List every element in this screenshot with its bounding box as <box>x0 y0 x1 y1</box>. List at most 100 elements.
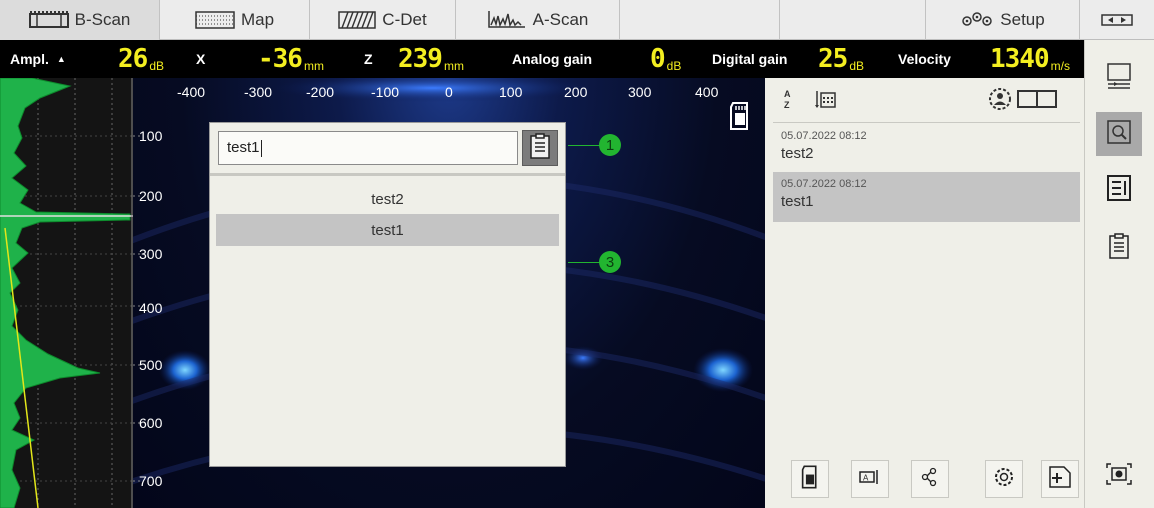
ampl-value: 26 <box>118 44 148 74</box>
sort-date-icon[interactable] <box>815 89 837 114</box>
paste-button[interactable] <box>522 130 558 166</box>
tab-label: B-Scan <box>74 10 131 29</box>
new-file-button[interactable] <box>1041 460 1079 498</box>
screenshot-button[interactable] <box>1096 454 1142 498</box>
search-file-icon <box>1106 119 1132 150</box>
popup-list-item-selected[interactable]: test1 <box>216 214 559 246</box>
gear-icon <box>992 465 1016 494</box>
map-grid-icon <box>195 11 235 29</box>
depth-tick: 100 <box>139 128 163 144</box>
x-unit: mm <box>303 59 324 73</box>
x-tick: 0 <box>445 84 453 100</box>
tab-empty <box>780 0 926 40</box>
analog-gain-label: Analog gain <box>512 51 593 67</box>
add-file-icon <box>1049 465 1071 493</box>
file-entry-selected[interactable]: 05.07.2022 08:12 test1 <box>773 172 1080 222</box>
settings-button[interactable] <box>985 460 1023 498</box>
rename-button[interactable]: A <box>851 460 889 498</box>
velocity-value-group: 1340 m/s <box>990 40 1070 78</box>
amplitude-profile <box>0 77 133 508</box>
x-tick: 300 <box>628 84 652 100</box>
bscan-icon <box>28 11 69 29</box>
clipboard-button[interactable] <box>1096 226 1142 270</box>
digital-gain-value: 25 <box>818 44 848 74</box>
depth-tick: 200 <box>139 188 163 204</box>
camera-icon <box>1105 462 1133 491</box>
callout-line <box>568 145 600 146</box>
digital-gain-label: Digital gain <box>712 51 788 67</box>
z-label: Z <box>364 51 373 67</box>
z-readout: Z <box>364 40 373 78</box>
panel-toolbar: AZ <box>765 78 1084 120</box>
tab-label: A-Scan <box>532 10 589 29</box>
list-view-button[interactable] <box>1096 168 1142 212</box>
file-name: test2 <box>781 145 814 162</box>
tab-ascan[interactable]: A-Scan <box>456 0 620 40</box>
tab-map[interactable]: Map <box>160 0 310 40</box>
digital-gain-value-group: 25 dB <box>818 40 864 78</box>
panel-toggle-button[interactable] <box>1080 0 1154 40</box>
expand-panel-icon <box>1100 13 1134 27</box>
tab-setup[interactable]: Setup <box>926 0 1080 40</box>
list-icon <box>1107 174 1131 206</box>
callout-marker: 3 <box>599 251 621 273</box>
x-readout: X <box>196 40 205 78</box>
tab-label: Map <box>240 10 275 29</box>
digital-gain-unit: dB <box>849 59 864 73</box>
tab-bscan[interactable]: B-Scan <box>0 0 160 40</box>
x-tick: -100 <box>371 84 400 100</box>
ampl-value-group: 26 dB <box>118 40 164 78</box>
z-value-group: 239 mm <box>398 40 464 78</box>
z-unit: mm <box>443 59 464 73</box>
x-tick: -400 <box>177 84 206 100</box>
tab-label: C-Det <box>382 10 427 29</box>
file-search-popup: test1 test2 test1 <box>209 122 566 467</box>
analog-gain-readout: Analog gain <box>512 40 592 78</box>
clipboard-icon <box>1109 232 1129 264</box>
depth-tick: 400 <box>139 300 163 316</box>
memory-card-button[interactable] <box>791 460 829 498</box>
x-tick: -300 <box>244 84 273 100</box>
svg-text:A: A <box>863 473 869 482</box>
x-value: -36 <box>258 44 303 74</box>
depth-tick: 500 <box>139 357 163 373</box>
tab-bar: B-Scan Map C-Det A-Scan Setup <box>0 0 1154 40</box>
x-tick: 200 <box>564 84 588 100</box>
x-tick: 400 <box>695 84 719 100</box>
sort-az-icon[interactable]: AZ <box>781 88 795 115</box>
svg-text:Z: Z <box>784 100 790 110</box>
x-label: X <box>196 51 206 67</box>
panel-divider <box>773 122 1080 123</box>
ampl-readout: Ampl. ▲ <box>10 40 66 78</box>
adjust-button[interactable] <box>1096 56 1142 100</box>
velocity-label: Velocity <box>898 51 951 67</box>
file-browser-button[interactable] <box>1096 112 1142 156</box>
file-name: test1 <box>781 193 814 210</box>
sliders-icon <box>1106 62 1132 95</box>
velocity-value: 1340 <box>990 44 1050 74</box>
media-icon[interactable] <box>1017 89 1057 114</box>
search-input[interactable]: test1 <box>218 131 518 165</box>
rename-icon: A <box>859 468 881 491</box>
popup-divider <box>210 173 565 176</box>
digital-gain-readout: Digital gain <box>712 40 787 78</box>
ampl-unit: dB <box>149 59 164 73</box>
file-entry[interactable]: 05.07.2022 08:12 test2 <box>773 124 1080 174</box>
velocity-readout: Velocity <box>898 40 951 78</box>
memory-card-icon <box>729 102 751 135</box>
depth-tick: 700 <box>139 473 163 489</box>
user-settings-icon[interactable] <box>985 86 1015 117</box>
svg-text:A: A <box>784 89 791 99</box>
tab-cdet[interactable]: C-Det <box>310 0 456 40</box>
share-icon <box>920 466 940 493</box>
x-value-group: -36 mm <box>258 40 324 78</box>
popup-list-item[interactable]: test2 <box>216 183 559 215</box>
cdet-icon <box>338 11 377 29</box>
file-date: 05.07.2022 08:12 <box>781 178 867 190</box>
callout-marker: 1 <box>599 134 621 156</box>
clipboard-icon <box>530 132 550 164</box>
depth-tick: 600 <box>139 415 163 431</box>
right-sidebar <box>1084 40 1154 508</box>
file-panel: AZ 05.07.2022 08:12 test2 05.07.2022 08:… <box>765 78 1084 508</box>
share-button[interactable] <box>911 460 949 498</box>
